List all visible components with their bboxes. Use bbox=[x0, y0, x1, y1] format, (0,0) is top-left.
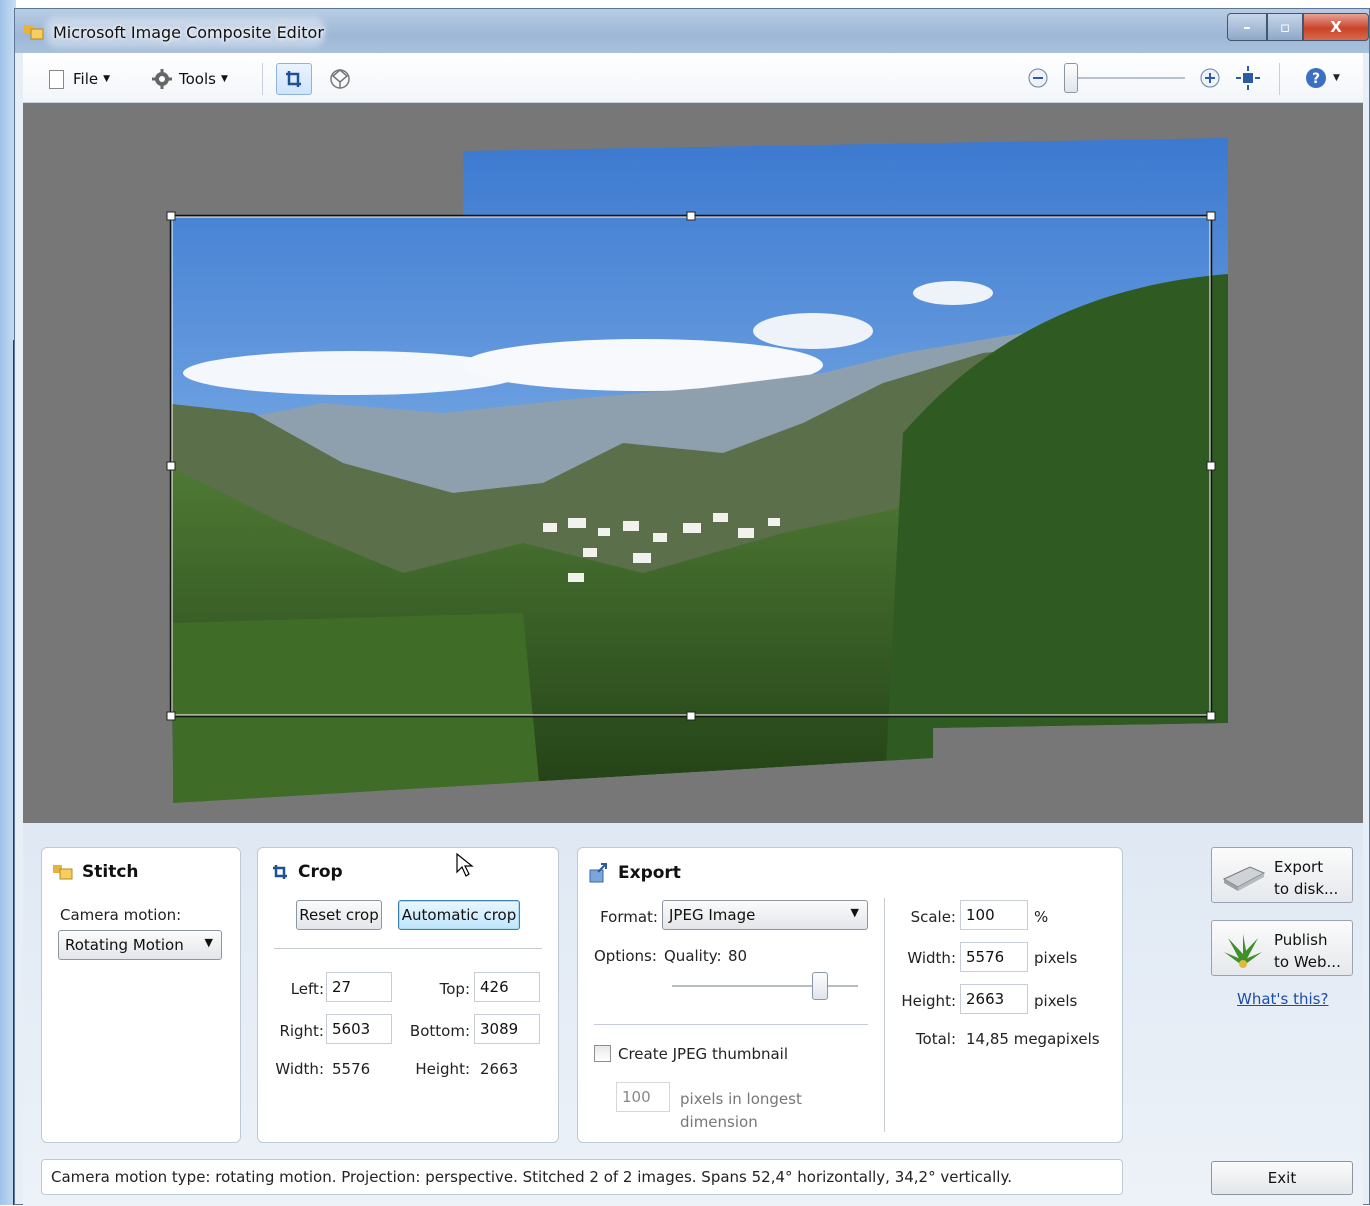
projection-icon[interactable] bbox=[327, 66, 353, 92]
status-bar: Camera motion type: rotating motion. Pro… bbox=[41, 1159, 1123, 1195]
thumbnail-unit-label-2: dimension bbox=[680, 1113, 758, 1131]
thumbnail-size-field[interactable]: 100 bbox=[616, 1082, 670, 1112]
mouse-cursor-icon bbox=[456, 852, 474, 877]
stitch-icon bbox=[53, 865, 73, 880]
file-menu[interactable]: File ▼ bbox=[49, 67, 110, 91]
stitch-panel: Stitch Camera motion: Rotating Motion ▼ bbox=[41, 847, 241, 1143]
tools-menu[interactable]: Tools ▼ bbox=[151, 67, 228, 91]
export-panel: Export Format: JPEG Image ▼ Options: Qual… bbox=[577, 847, 1123, 1143]
total-label: Total: bbox=[915, 1030, 956, 1048]
crop-bottom-field[interactable]: 3089 bbox=[474, 1014, 540, 1044]
thumbnail-checkbox[interactable] bbox=[594, 1045, 611, 1062]
help-icon: ? bbox=[1306, 68, 1326, 88]
window-title: Microsoft Image Composite Editor bbox=[53, 23, 324, 42]
bottom-panel-area: Stitch Camera motion: Rotating Motion ▼ C… bbox=[23, 823, 1363, 1206]
zoom-in-icon[interactable] bbox=[1199, 67, 1221, 89]
help-button[interactable]: ? ▼ bbox=[1305, 66, 1347, 90]
reset-crop-button[interactable]: Reset crop bbox=[296, 900, 382, 930]
crop-height-label: Height: bbox=[415, 1060, 470, 1078]
publish-line-1: Publish bbox=[1274, 931, 1328, 949]
format-select[interactable]: JPEG Image ▼ bbox=[662, 900, 868, 930]
export-width-field[interactable]: 5576 bbox=[960, 942, 1028, 972]
crop-width-value: 5576 bbox=[332, 1060, 371, 1078]
crop-right-field[interactable]: 5603 bbox=[326, 1014, 392, 1044]
export-height-label: Height: bbox=[901, 992, 956, 1010]
format-value: JPEG Image bbox=[669, 906, 756, 924]
app-window: Microsoft Image Composite Editor – ▫ X F… bbox=[14, 8, 1370, 1206]
photosynth-icon bbox=[1224, 934, 1262, 968]
file-menu-label: File bbox=[73, 70, 99, 88]
thumbnail-label: Create JPEG thumbnail bbox=[618, 1045, 789, 1063]
exit-button[interactable]: Exit bbox=[1211, 1161, 1353, 1195]
export-width-label: Width: bbox=[907, 949, 956, 967]
fit-to-window-icon[interactable] bbox=[1235, 65, 1261, 91]
crop-panel: Crop Reset crop Automatic crop Left: 27 … bbox=[257, 847, 559, 1143]
scale-field[interactable]: 100 bbox=[960, 900, 1028, 930]
panorama-canvas[interactable] bbox=[23, 103, 1363, 823]
crop-icon bbox=[286, 71, 301, 87]
publish-to-web-button[interactable]: Publish to Web... bbox=[1211, 920, 1353, 976]
toolbar: File ▼ Tools ▼ ? ▼ bbox=[23, 53, 1363, 103]
title-bar: Microsoft Image Composite Editor – ▫ X bbox=[15, 9, 1369, 53]
total-value: 14,85 megapixels bbox=[966, 1030, 1100, 1048]
whats-this-link[interactable]: What's this? bbox=[1237, 990, 1328, 1008]
export-height-field[interactable]: 2663 bbox=[960, 984, 1028, 1014]
crop-top-label: Top: bbox=[439, 980, 470, 998]
crop-bottom-label: Bottom: bbox=[409, 1022, 470, 1040]
minimize-button[interactable]: – bbox=[1227, 13, 1267, 41]
camera-motion-value: Rotating Motion bbox=[65, 936, 184, 954]
panorama-image bbox=[166, 138, 1228, 803]
app-icon bbox=[24, 25, 44, 40]
file-icon bbox=[49, 69, 64, 89]
zoom-out-icon[interactable] bbox=[1027, 67, 1049, 89]
crop-width-label: Width: bbox=[275, 1060, 324, 1078]
crop-title: Crop bbox=[270, 862, 343, 882]
options-label: Options: bbox=[594, 947, 657, 965]
close-button[interactable]: X bbox=[1303, 13, 1369, 41]
tools-menu-label: Tools bbox=[179, 70, 216, 88]
export-icon bbox=[589, 863, 607, 883]
camera-motion-select[interactable]: Rotating Motion ▼ bbox=[58, 930, 222, 960]
zoom-slider-thumb[interactable] bbox=[1064, 63, 1078, 93]
export-line-2: to disk... bbox=[1274, 880, 1339, 898]
quality-slider-thumb[interactable] bbox=[812, 972, 828, 1000]
quality-slider-track[interactable] bbox=[672, 985, 858, 987]
quality-value: 80 bbox=[728, 947, 748, 965]
disk-drive-icon bbox=[1222, 866, 1266, 891]
export-width-unit: pixels bbox=[1034, 949, 1078, 967]
scale-label: Scale: bbox=[910, 908, 956, 926]
export-title: Export bbox=[588, 862, 681, 884]
gear-icon bbox=[152, 69, 172, 89]
crop-right-label: Right: bbox=[279, 1022, 324, 1040]
publish-line-2: to Web... bbox=[1274, 953, 1341, 971]
export-height-unit: pixels bbox=[1034, 992, 1078, 1010]
svg-text:?: ? bbox=[1312, 71, 1320, 87]
crop-left-field[interactable]: 27 bbox=[326, 972, 392, 1002]
crop-icon bbox=[273, 865, 287, 879]
scale-unit: % bbox=[1034, 908, 1049, 926]
maximize-button[interactable]: ▫ bbox=[1267, 13, 1303, 41]
zoom-slider-track[interactable] bbox=[1073, 77, 1185, 79]
export-line-1: Export bbox=[1274, 858, 1324, 876]
crop-height-value: 2663 bbox=[480, 1060, 519, 1078]
crop-tool-button[interactable] bbox=[276, 63, 312, 95]
thumbnail-unit-label: pixels in longest bbox=[680, 1090, 802, 1108]
quality-label: Quality: bbox=[664, 947, 722, 965]
stitch-title: Stitch bbox=[52, 862, 139, 882]
camera-motion-label: Camera motion: bbox=[60, 906, 182, 924]
crop-left-label: Left: bbox=[290, 980, 324, 998]
automatic-crop-button[interactable]: Automatic crop bbox=[398, 900, 520, 930]
export-to-disk-button[interactable]: Export to disk... bbox=[1211, 847, 1353, 903]
crop-top-field[interactable]: 426 bbox=[474, 972, 540, 1002]
format-label: Format: bbox=[600, 908, 658, 926]
